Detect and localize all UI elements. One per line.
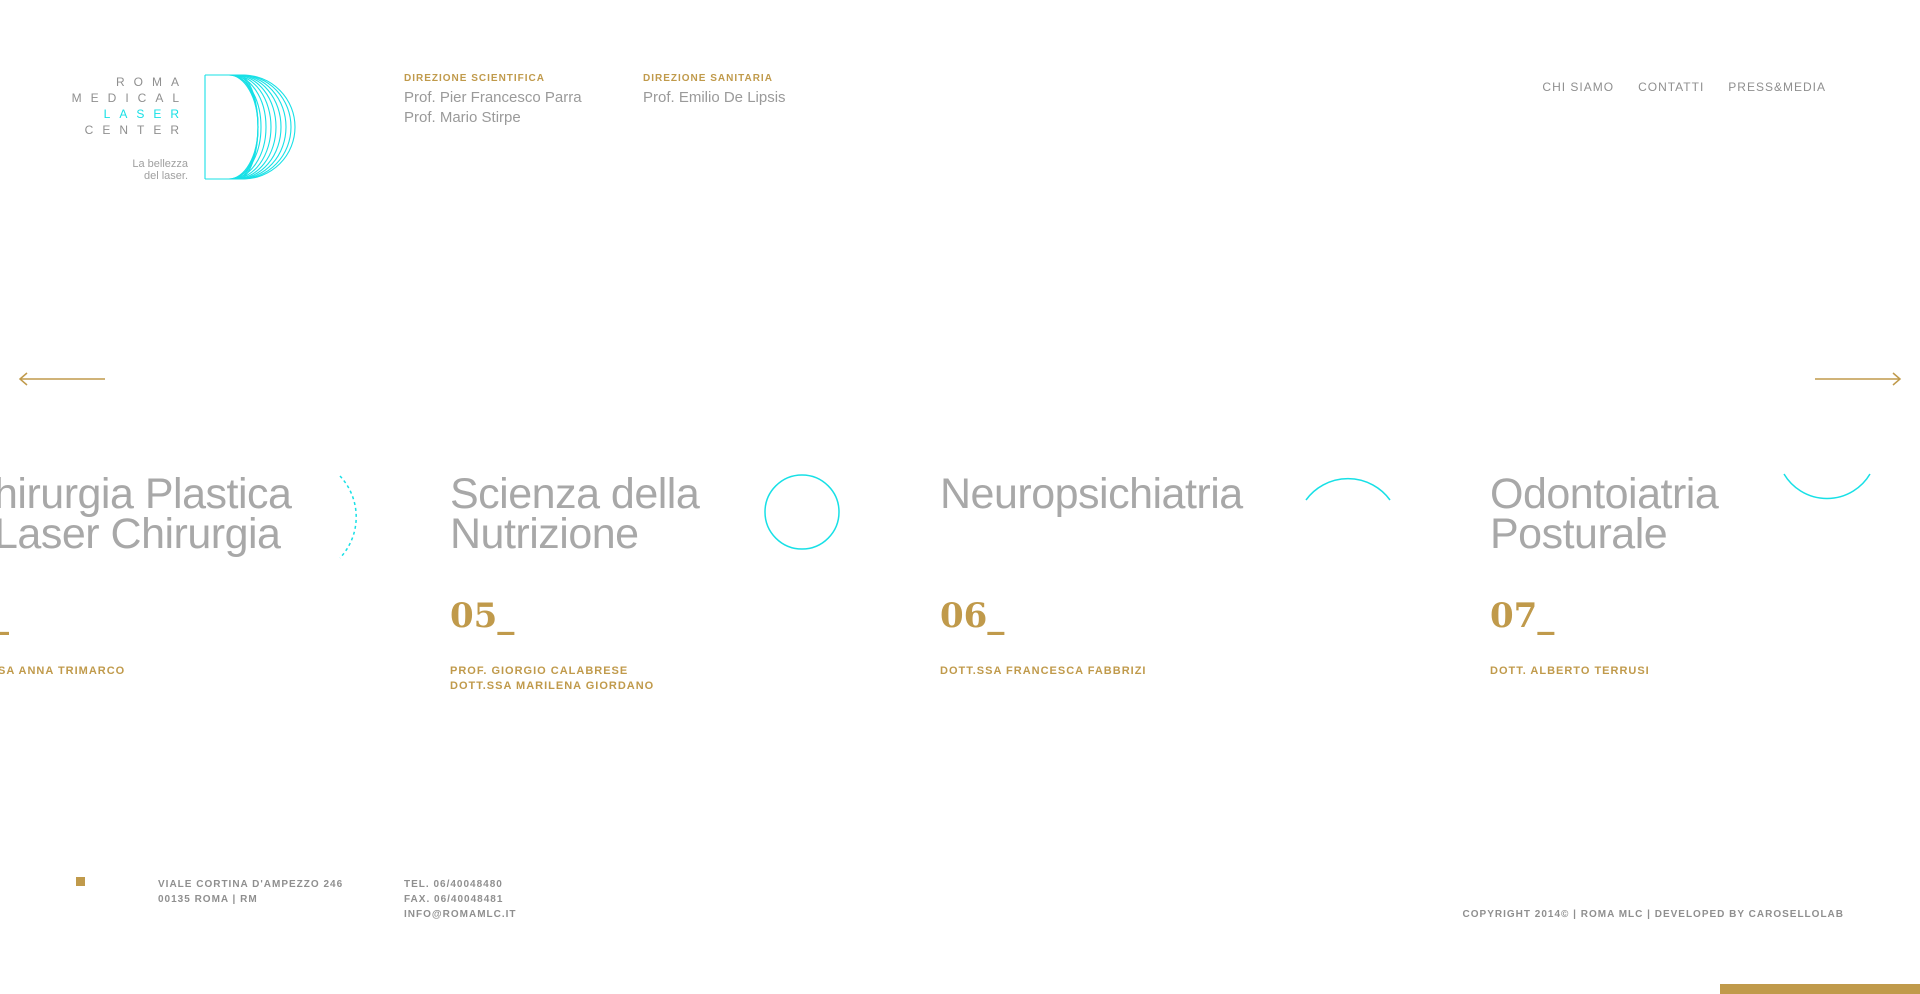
footer-contacts: TEL. 06/40048480 FAX. 06/40048481 INFO@R…: [404, 877, 517, 922]
logo-wordmark: ROMA MEDICAL LASER CENTER: [72, 74, 188, 138]
slide-title-line: Nutrizione: [450, 510, 639, 558]
main-nav: CHI SIAMO CONTATTI PRESS&MEDIA: [1542, 80, 1826, 94]
slide-chirurgia-plastica[interactable]: hirurgia Plastica Laser Chirurgia _ SA A…: [0, 470, 292, 678]
slide-doctor[interactable]: SA ANNA TRIMARCO: [0, 664, 125, 679]
slide-doctors: DOTT. ALBERTO TERRUSI: [1490, 664, 1650, 679]
direzione-sanitaria-label: DIREZIONE SANITARIA: [643, 73, 773, 84]
slide-title-line: hirurgia Plastica: [0, 470, 292, 518]
footer-copyright: COPYRIGHT 2014© | ROMA MLC | DEVELOPED B…: [1462, 909, 1844, 920]
logo-tagline: La bellezza del laser.: [132, 158, 188, 182]
logo-tagline-line1: La bellezza: [132, 158, 188, 170]
footer-address-line: VIALE CORTINA D'AMPEZZO 246: [158, 879, 344, 890]
slide-doctors: SA ANNA TRIMARCO: [0, 664, 125, 679]
direzione-scientifica-name: Prof. Pier Francesco Parra: [404, 89, 582, 106]
direzione-sanitaria: DIREZIONE SANITARIA Prof. Emilio De Lips…: [643, 73, 786, 108]
slide-number: _: [0, 596, 9, 636]
slide-number: 05_: [450, 596, 515, 636]
footer-address-line: 00135 ROMA | RM: [158, 894, 258, 905]
slide-doctors: DOTT.SSA FRANCESCA FABBRIZI: [940, 664, 1146, 679]
slide-title: Odontoiatria Posturale: [1490, 470, 1719, 558]
slide-odontoiatria-posturale[interactable]: Odontoiatria Posturale 07_ DOTT. ALBERTO…: [1490, 470, 1719, 678]
slide-title-line: Posturale: [1490, 510, 1668, 558]
arrow-left-icon[interactable]: [18, 372, 106, 386]
footer-accent-bar: [1720, 984, 1920, 994]
slide-doctor[interactable]: DOTT.SSA MARILENA GIORDANO: [450, 679, 654, 694]
logo-line-center: CENTER: [84, 123, 188, 137]
direzione-sanitaria-name: Prof. Emilio De Lipsis: [643, 89, 786, 106]
footer-email[interactable]: INFO@ROMAMLC.IT: [404, 907, 517, 922]
slide-number: 06_: [940, 596, 1005, 636]
slide-title: hirurgia Plastica Laser Chirurgia: [0, 470, 292, 558]
slide-title: Neuropsichiatria: [940, 470, 1243, 518]
slide-scienza-nutrizione[interactable]: Scienza della Nutrizione 05_ PROF. GIORG…: [450, 470, 700, 693]
slide-title-line: Neuropsichiatria: [940, 470, 1243, 518]
slide-doctors: PROF. GIORGIO CALABRESE DOTT.SSA MARILEN…: [450, 664, 654, 694]
dashed-arc-icon: [339, 475, 357, 559]
footer-fax: FAX. 06/40048481: [404, 894, 504, 905]
direzione-scientifica-name: Prof. Mario Stirpe: [404, 109, 521, 126]
logo-d-mark-icon: [204, 74, 296, 180]
footer-square-icon: [76, 877, 85, 886]
direzione-scientifica: DIREZIONE SCIENTIFICA Prof. Pier Frances…: [404, 73, 582, 128]
arc-top-icon: [1305, 477, 1391, 501]
slide-neuropsichiatria[interactable]: Neuropsichiatria 06_ DOTT.SSA FRANCESCA …: [940, 470, 1243, 678]
footer-phone[interactable]: TEL. 06/40048480: [404, 877, 517, 892]
footer-address: VIALE CORTINA D'AMPEZZO 246 00135 ROMA |…: [158, 877, 343, 907]
direzione-scientifica-label: DIREZIONE SCIENTIFICA: [404, 73, 546, 84]
nav-contatti[interactable]: CONTATTI: [1638, 80, 1704, 94]
arrow-right-icon[interactable]: [1814, 372, 1902, 386]
slide-doctor[interactable]: DOTT.SSA FRANCESCA FABBRIZI: [940, 664, 1146, 679]
slide-title-line: Laser Chirurgia: [0, 510, 281, 558]
site-logo[interactable]: ROMA MEDICAL LASER CENTER La bellezza de…: [60, 74, 300, 184]
logo-line-laser: LASER: [103, 107, 188, 121]
slide-doctor[interactable]: DOTT. ALBERTO TERRUSI: [1490, 664, 1650, 679]
logo-tagline-line2: del laser.: [143, 170, 188, 182]
logo-line-medical: MEDICAL: [71, 91, 188, 105]
slide-title-line: Scienza della: [450, 470, 700, 518]
slide-title-line: Odontoiatria: [1490, 470, 1719, 518]
slide-title: Scienza della Nutrizione: [450, 470, 700, 558]
slide-number: 07_: [1490, 596, 1555, 636]
logo-line-roma: ROMA: [116, 75, 188, 89]
nav-press-media[interactable]: PRESS&MEDIA: [1728, 80, 1826, 94]
circle-icon: [764, 474, 840, 550]
slide-doctor[interactable]: PROF. GIORGIO CALABRESE: [450, 664, 654, 679]
nav-chi-siamo[interactable]: CHI SIAMO: [1542, 80, 1614, 94]
arc-bottom-icon: [1783, 473, 1871, 500]
